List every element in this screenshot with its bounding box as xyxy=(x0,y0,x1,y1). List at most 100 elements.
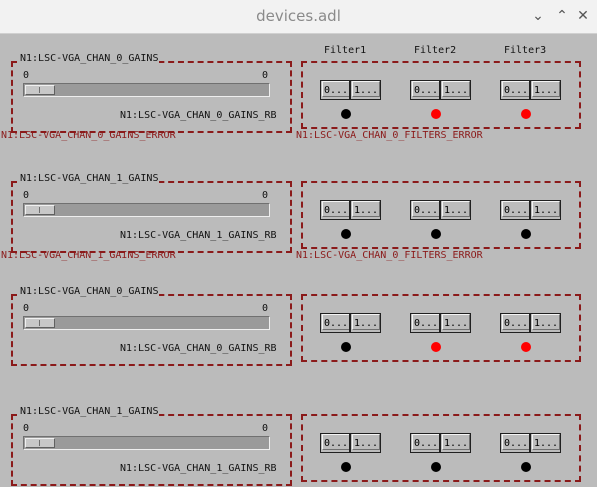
maximize-icon[interactable]: ⌃ xyxy=(552,6,572,26)
filter3-on-button[interactable]: 1... xyxy=(530,433,561,453)
gain-group-frame xyxy=(11,181,292,253)
slider-thumb[interactable] xyxy=(25,205,55,215)
filter3-off-button[interactable]: 0... xyxy=(500,433,530,453)
filter-off-label: 0... xyxy=(502,434,529,450)
filter1-status-indicator xyxy=(341,229,351,239)
gain-group-frame xyxy=(11,61,292,133)
filter-off-label: 0... xyxy=(502,81,529,97)
filter-on-label: 1... xyxy=(532,81,560,97)
filters-error-label: N1:LSC-VGA_CHAN_0_FILTERS_ERROR xyxy=(296,130,483,141)
filter-on-label: 1... xyxy=(352,434,380,450)
slider-max-label: 0 xyxy=(262,303,269,314)
gain-error-label: N1:LSC-VGA_CHAN_0_GAINS_ERROR xyxy=(1,130,176,141)
filter3-on-button[interactable]: 1... xyxy=(530,80,561,100)
filter2-off-button[interactable]: 0... xyxy=(410,433,440,453)
gain-channel-label: N1:LSC-VGA_CHAN_0_GAINS xyxy=(19,286,160,297)
filter2-off-button[interactable]: 0... xyxy=(410,313,440,333)
filter1-on-button[interactable]: 1... xyxy=(350,313,381,333)
gain-group-frame xyxy=(11,294,292,366)
slider-thumb[interactable] xyxy=(25,318,55,328)
filter2-status-indicator xyxy=(431,342,441,352)
filter-on-label: 1... xyxy=(352,201,380,217)
filter-on-label: 1... xyxy=(352,314,380,330)
filter2-on-button[interactable]: 1... xyxy=(440,433,471,453)
filters-error-label: N1:LSC-VGA_CHAN_0_FILTERS_ERROR xyxy=(296,250,483,261)
filter-off-label: 0... xyxy=(412,314,439,330)
filter1-on-button[interactable]: 1... xyxy=(350,80,381,100)
filter2-status-indicator xyxy=(431,229,441,239)
filter2-on-button[interactable]: 1... xyxy=(440,200,471,220)
slider-max-label: 0 xyxy=(262,423,269,434)
gain-channel-label: N1:LSC-VGA_CHAN_0_GAINS xyxy=(19,53,160,64)
gain-readback: N1:LSC-VGA_CHAN_0_GAINS_RB xyxy=(120,110,277,121)
gain-readback: N1:LSC-VGA_CHAN_1_GAINS_RB xyxy=(120,230,277,241)
filter-on-label: 1... xyxy=(442,201,470,217)
gain-readback: N1:LSC-VGA_CHAN_0_GAINS_RB xyxy=(120,343,277,354)
filter1-status-indicator xyxy=(341,342,351,352)
gain-channel-label: N1:LSC-VGA_CHAN_1_GAINS xyxy=(19,173,160,184)
filter3-status-indicator xyxy=(521,229,531,239)
filter1-off-button[interactable]: 0... xyxy=(320,313,350,333)
filter-on-label: 1... xyxy=(532,201,560,217)
slider-thumb[interactable] xyxy=(25,85,55,95)
filter-on-label: 1... xyxy=(532,434,560,450)
gain-error-label: N1:LSC-VGA_CHAN_1_GAINS_ERROR xyxy=(1,250,176,261)
gain-slider[interactable] xyxy=(23,316,270,330)
filter-on-label: 1... xyxy=(532,314,560,330)
filter3-off-button[interactable]: 0... xyxy=(500,313,530,333)
filter-on-label: 1... xyxy=(352,81,380,97)
filter1-off-button[interactable]: 0... xyxy=(320,200,350,220)
slider-min-label: 0 xyxy=(23,423,30,434)
window-title: devices.adl xyxy=(256,7,341,25)
filter-off-label: 0... xyxy=(322,314,349,330)
filter1-off-button[interactable]: 0... xyxy=(320,80,350,100)
gain-slider[interactable] xyxy=(23,203,270,217)
slider-min-label: 0 xyxy=(23,70,30,81)
filter3-header: Filter3 xyxy=(504,45,547,56)
filter1-on-button[interactable]: 1... xyxy=(350,433,381,453)
filter-off-label: 0... xyxy=(412,434,439,450)
filter2-status-indicator xyxy=(431,462,441,472)
gain-slider[interactable] xyxy=(23,83,270,97)
filter3-off-button[interactable]: 0... xyxy=(500,200,530,220)
filter3-status-indicator xyxy=(521,109,531,119)
filter3-status-indicator xyxy=(521,462,531,472)
slider-max-label: 0 xyxy=(262,190,269,201)
filter3-off-button[interactable]: 0... xyxy=(500,80,530,100)
gain-readback: N1:LSC-VGA_CHAN_1_GAINS_RB xyxy=(120,463,277,474)
title-bar: devices.adl ⌄ ⌃ ✕ xyxy=(0,0,597,34)
slider-min-label: 0 xyxy=(23,303,30,314)
slider-thumb[interactable] xyxy=(25,438,55,448)
filter2-header: Filter2 xyxy=(414,45,457,56)
gain-channel-label: N1:LSC-VGA_CHAN_1_GAINS xyxy=(19,406,160,417)
filter2-status-indicator xyxy=(431,109,441,119)
filter-on-label: 1... xyxy=(442,434,470,450)
filter1-on-button[interactable]: 1... xyxy=(350,200,381,220)
minimize-icon[interactable]: ⌄ xyxy=(528,6,548,26)
filter1-off-button[interactable]: 0... xyxy=(320,433,350,453)
display-canvas: Filter1 Filter2 Filter3 N1:LSC-VGA_CHAN_… xyxy=(0,34,597,487)
filter-off-label: 0... xyxy=(502,201,529,217)
close-icon[interactable]: ✕ xyxy=(573,6,593,26)
gain-group-frame xyxy=(11,414,292,486)
filter2-on-button[interactable]: 1... xyxy=(440,80,471,100)
filter3-status-indicator xyxy=(521,342,531,352)
filter1-header: Filter1 xyxy=(324,45,367,56)
filter-on-label: 1... xyxy=(442,314,470,330)
filter2-on-button[interactable]: 1... xyxy=(440,313,471,333)
filter-on-label: 1... xyxy=(442,81,470,97)
filter-off-label: 0... xyxy=(412,201,439,217)
filter2-off-button[interactable]: 0... xyxy=(410,200,440,220)
filter-off-label: 0... xyxy=(322,81,349,97)
filter-off-label: 0... xyxy=(502,314,529,330)
filter1-status-indicator xyxy=(341,109,351,119)
filter1-status-indicator xyxy=(341,462,351,472)
filter-off-label: 0... xyxy=(412,81,439,97)
filter3-on-button[interactable]: 1... xyxy=(530,200,561,220)
slider-max-label: 0 xyxy=(262,70,269,81)
filter3-on-button[interactable]: 1... xyxy=(530,313,561,333)
filter2-off-button[interactable]: 0... xyxy=(410,80,440,100)
gain-slider[interactable] xyxy=(23,436,270,450)
slider-min-label: 0 xyxy=(23,190,30,201)
filter-off-label: 0... xyxy=(322,201,349,217)
